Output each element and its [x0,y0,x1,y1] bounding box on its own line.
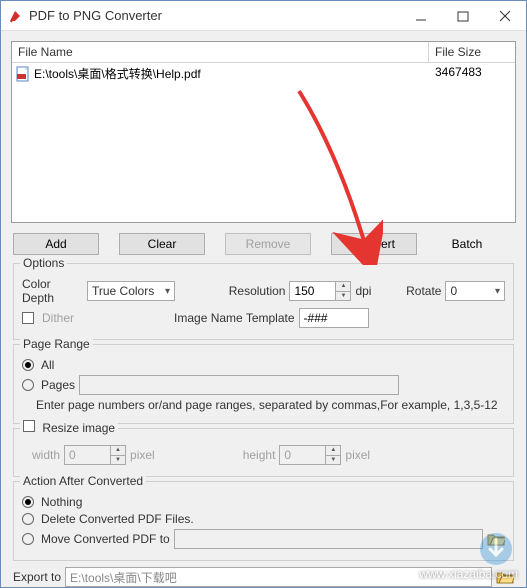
page-range-hint: Enter page numbers or/and page ranges, s… [36,398,498,412]
chevron-down-icon: ▾ [495,286,500,297]
move-radio[interactable] [22,533,34,545]
width-label: width [32,448,60,462]
col-filesize[interactable]: File Size [429,42,515,63]
file-row[interactable]: E:\tools\桌面\格式转换\Help.pdf 3467483 [12,63,515,84]
pages-input[interactable] [79,375,399,395]
height-spinner[interactable]: ▲▼ [279,445,341,465]
watermark-text: www.xiazaiba.com [419,567,518,581]
page-range-legend: Page Range [20,337,93,351]
resize-group: Resize image width ▲▼ pixel height ▲▼ pi… [13,428,514,477]
file-list-header: File Name File Size [12,42,515,63]
button-row: Add Clear Remove Convert Batch [13,233,514,255]
chevron-down-icon: ▾ [165,286,170,297]
batch-button[interactable]: Batch [437,233,497,255]
spin-up-icon[interactable]: ▲ [326,446,340,455]
rotate-label: Rotate [406,284,441,298]
options-legend: Options [20,256,67,270]
spin-down-icon[interactable]: ▼ [111,455,125,465]
resolution-unit: dpi [355,284,371,298]
dither-checkbox[interactable] [22,312,34,324]
add-button[interactable]: Add [13,233,99,255]
action-group: Action After Converted Nothing Delete Co… [13,481,514,561]
all-radio[interactable] [22,359,34,371]
width-spinner[interactable]: ▲▼ [64,445,126,465]
page-range-group: Page Range All Pages Enter page numbers … [13,344,514,424]
resize-checkbox[interactable] [23,420,35,432]
spin-down-icon[interactable]: ▼ [326,455,340,465]
close-button[interactable] [484,1,526,31]
file-path: E:\tools\桌面\格式转换\Help.pdf [34,65,201,82]
maximize-button[interactable] [442,1,484,31]
resolution-input[interactable] [289,281,335,301]
spin-up-icon[interactable]: ▲ [336,282,350,291]
delete-radio[interactable] [22,513,34,525]
height-input[interactable] [279,445,325,465]
nothing-label: Nothing [41,495,82,509]
window-title: PDF to PNG Converter [29,8,400,23]
move-label: Move Converted PDF to [41,532,170,546]
pages-label: Pages [41,378,75,392]
resolution-spinner[interactable]: ▲▼ [289,281,351,301]
resize-label: Resize image [42,421,115,435]
clear-button[interactable]: Clear [119,233,205,255]
convert-button[interactable]: Convert [331,233,417,255]
height-label: height [243,448,276,462]
height-unit: pixel [345,448,370,462]
spin-up-icon[interactable]: ▲ [111,446,125,455]
resolution-label: Resolution [229,284,286,298]
all-label: All [41,358,54,372]
spin-down-icon[interactable]: ▼ [336,291,350,301]
nothing-radio[interactable] [22,496,34,508]
watermark-logo [476,529,516,569]
rotate-select[interactable]: 0 ▾ [445,281,505,301]
title-bar: PDF to PNG Converter [1,1,526,31]
col-filename[interactable]: File Name [12,42,429,63]
color-depth-select[interactable]: True Colors ▾ [87,281,175,301]
minimize-button[interactable] [400,1,442,31]
template-label: Image Name Template [174,311,295,325]
color-depth-label: Color Depth [22,277,83,305]
options-group: Options Color Depth True Colors ▾ Resolu… [13,263,514,340]
file-list: File Name File Size E:\tools\桌面\格式转换\Hel… [11,41,516,223]
template-input[interactable] [299,308,369,328]
pages-radio[interactable] [22,379,34,391]
export-label: Export to [13,570,61,584]
app-window: PDF to PNG Converter File Name File Size… [0,0,527,588]
file-size: 3467483 [429,63,515,84]
remove-button[interactable]: Remove [225,233,311,255]
pdf-icon [16,66,30,82]
action-legend: Action After Converted [20,474,146,488]
dither-label: Dither [42,311,74,325]
move-path-input[interactable] [174,529,483,549]
width-input[interactable] [64,445,110,465]
app-icon [7,8,23,24]
delete-label: Delete Converted PDF Files. [41,512,194,526]
width-unit: pixel [130,448,155,462]
